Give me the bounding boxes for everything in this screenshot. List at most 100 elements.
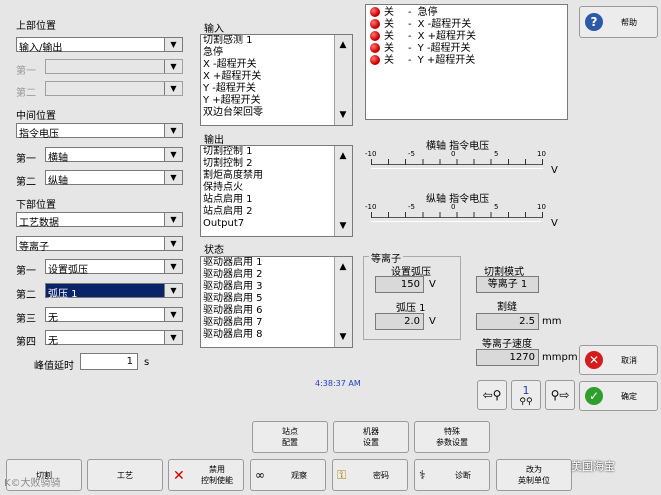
io-status-row: 关 -Y +超程开关 xyxy=(366,55,567,67)
scroll-up-icon[interactable]: ▲ xyxy=(335,37,351,53)
list-item[interactable]: 驱动器启用 7 xyxy=(201,317,352,329)
scale-tick-label: 10 xyxy=(537,150,546,158)
middle-position-title: 中间位置 xyxy=(16,111,56,122)
chevron-down-icon: ▼ xyxy=(164,260,182,273)
softkey-disable-control[interactable]: ✕ 禁用 控制使能 xyxy=(168,459,244,491)
status-led-icon xyxy=(370,7,380,17)
set-arc-unit: V xyxy=(429,279,436,290)
list-item[interactable]: 驱动器启用 1 xyxy=(201,257,352,269)
middle-position-select[interactable]: 指令电压 ▼ xyxy=(16,123,183,140)
middle-second-label: 第二 xyxy=(16,177,36,188)
softkey-password[interactable]: ⚿ 密码 xyxy=(332,459,408,491)
scroll-down-icon[interactable]: ▼ xyxy=(335,107,351,123)
chevron-down-icon: ▼ xyxy=(164,124,182,137)
list-item[interactable]: 保持点火 xyxy=(201,182,352,194)
io-status-row: 关 -X +超程开关 xyxy=(366,31,567,43)
clock-time: 4:38:37 AM xyxy=(315,379,361,388)
status-led-icon xyxy=(370,55,380,65)
list-item[interactable]: Y -超程开关 xyxy=(201,83,352,95)
lower-first-select[interactable]: 设置弧压 ▼ xyxy=(45,259,183,276)
upper-second-label: 第二 xyxy=(16,88,36,99)
io-status-name: X -超程开关 xyxy=(417,19,472,30)
scale-tick-label: 5 xyxy=(494,150,499,158)
list-item[interactable]: 站点启用 1 xyxy=(201,194,352,206)
lower-fourth-label: 第四 xyxy=(16,337,36,348)
softkey-special-setup[interactable]: 特殊 参数设置 xyxy=(414,421,490,453)
scroll-down-icon[interactable]: ▼ xyxy=(335,218,351,234)
list-item[interactable]: 驱动器启用 8 xyxy=(201,329,352,341)
inputs-scrollbar[interactable]: ▲ ▼ xyxy=(334,35,352,125)
list-item[interactable]: 驱动器启用 3 xyxy=(201,281,352,293)
process-type-select[interactable]: 等离子 ▼ xyxy=(16,236,183,253)
scale-tick-label: -10 xyxy=(365,203,377,211)
list-item[interactable]: 驱动器启用 6 xyxy=(201,305,352,317)
softkey-watch[interactable]: ∞ 观察 xyxy=(250,459,326,491)
list-item[interactable]: 双边台架回零 xyxy=(201,107,352,119)
speed-unit: mmpm xyxy=(542,352,578,363)
kerf-unit: mm xyxy=(542,316,562,327)
softkey-process[interactable]: 工艺 xyxy=(87,459,163,491)
station-number-button[interactable]: 1 ⚲⚲ xyxy=(511,380,541,410)
set-arc-value: 150 xyxy=(375,276,424,293)
scale-tick-label: -5 xyxy=(408,203,415,211)
help-button[interactable]: ? 帮助 xyxy=(579,6,658,38)
bicycle-icon: ⚲⚲ xyxy=(519,396,533,407)
softkey-change-units[interactable]: 改为 英制单位 xyxy=(496,459,572,491)
chevron-down-icon: ▼ xyxy=(164,38,182,51)
lower-position-select[interactable]: 工艺数据 ▼ xyxy=(16,212,183,229)
list-item[interactable]: 驱动器启用 2 xyxy=(201,269,352,281)
lower-fourth-select[interactable]: 无 ▼ xyxy=(45,330,183,347)
peak-delay-input[interactable]: 1 xyxy=(80,353,138,370)
diagnostics-icon: ⚕ xyxy=(419,468,426,482)
softkey-machine-setup[interactable]: 机器 设置 xyxy=(333,421,409,453)
station-prev-button[interactable]: ⇦⚲ xyxy=(477,380,507,410)
list-item[interactable]: 站点启用 2 xyxy=(201,206,352,218)
speed-value: 1270 xyxy=(476,349,539,366)
list-item[interactable]: 驱动器启用 5 xyxy=(201,293,352,305)
list-item[interactable]: Output7 xyxy=(201,218,352,230)
lower-third-select[interactable]: 无 ▼ xyxy=(45,307,183,324)
lower-first-label: 第一 xyxy=(16,266,36,277)
scale-tick-label: 0 xyxy=(451,203,456,211)
status-title: 状态 xyxy=(204,245,224,256)
cancel-button[interactable]: ✕ 取消 xyxy=(579,345,658,375)
ok-button[interactable]: ✓ 确定 xyxy=(579,381,658,411)
lower-second-label: 第二 xyxy=(16,290,36,301)
list-item[interactable]: Y +超程开关 xyxy=(201,95,352,107)
chevron-down-icon: ▼ xyxy=(164,148,182,161)
station-next-button[interactable]: ⚲⇨ xyxy=(545,380,575,410)
outputs-title: 输出 xyxy=(204,135,224,146)
io-status-state: 关 xyxy=(384,31,394,42)
io-status-sep: - xyxy=(408,55,412,66)
list-item[interactable]: 割炬高度禁用 xyxy=(201,170,352,182)
list-item[interactable]: X -超程开关 xyxy=(201,59,352,71)
outputs-scrollbar[interactable]: ▲ ▼ xyxy=(334,146,352,236)
list-item[interactable]: 切割感测 1 xyxy=(201,35,352,47)
status-led-icon xyxy=(370,19,380,29)
status-scrollbar[interactable]: ▲ ▼ xyxy=(334,257,352,347)
scroll-down-icon[interactable]: ▼ xyxy=(335,329,351,345)
scroll-up-icon[interactable]: ▲ xyxy=(335,148,351,164)
scale-tick-label: -5 xyxy=(408,150,415,158)
softkey-diagnostics[interactable]: ⚕ 诊断 xyxy=(414,459,490,491)
lower-second-select[interactable]: 弧压 1 ▼ xyxy=(45,283,183,300)
list-item[interactable]: 切割控制 2 xyxy=(201,158,352,170)
io-status-state: 关 xyxy=(384,43,394,54)
io-status-state: 关 xyxy=(384,19,394,30)
scale-tick-label: 10 xyxy=(537,203,546,211)
upper-first-select: ▼ xyxy=(45,59,183,74)
softkey-station-config[interactable]: 站点 配置 xyxy=(252,421,328,453)
scroll-up-icon[interactable]: ▲ xyxy=(335,259,351,275)
status-list[interactable]: 驱动器启用 1 驱动器启用 2 驱动器启用 3 驱动器启用 5 驱动器启用 6 驱动器启用… xyxy=(200,256,353,348)
list-item[interactable]: 切割控制 1 xyxy=(201,146,352,158)
io-status-name: Y +超程开关 xyxy=(417,55,476,66)
outputs-list[interactable]: 切割控制 1 切割控制 2 割炬高度禁用 保持点火 站点启用 1 站点启用 2 Output… xyxy=(200,145,353,237)
upper-position-select[interactable]: 输入/输出 ▼ xyxy=(16,37,183,54)
binoculars-icon: ∞ xyxy=(255,468,265,482)
list-item[interactable]: 急停 xyxy=(201,47,352,59)
inputs-list[interactable]: 切割感测 1 急停 X -超程开关 X +超程开关 Y -超程开关 Y +超程开关 双边台架… xyxy=(200,34,353,126)
middle-second-select[interactable]: 纵轴 ▼ xyxy=(45,170,183,187)
io-status-panel: 关 - 急停关 - X -超程开关关 - X +超程开关关 - Y -超程开关关 - Y +超程开关 xyxy=(365,4,568,120)
middle-first-select[interactable]: 横轴 ▼ xyxy=(45,147,183,164)
list-item[interactable]: X +超程开关 xyxy=(201,71,352,83)
